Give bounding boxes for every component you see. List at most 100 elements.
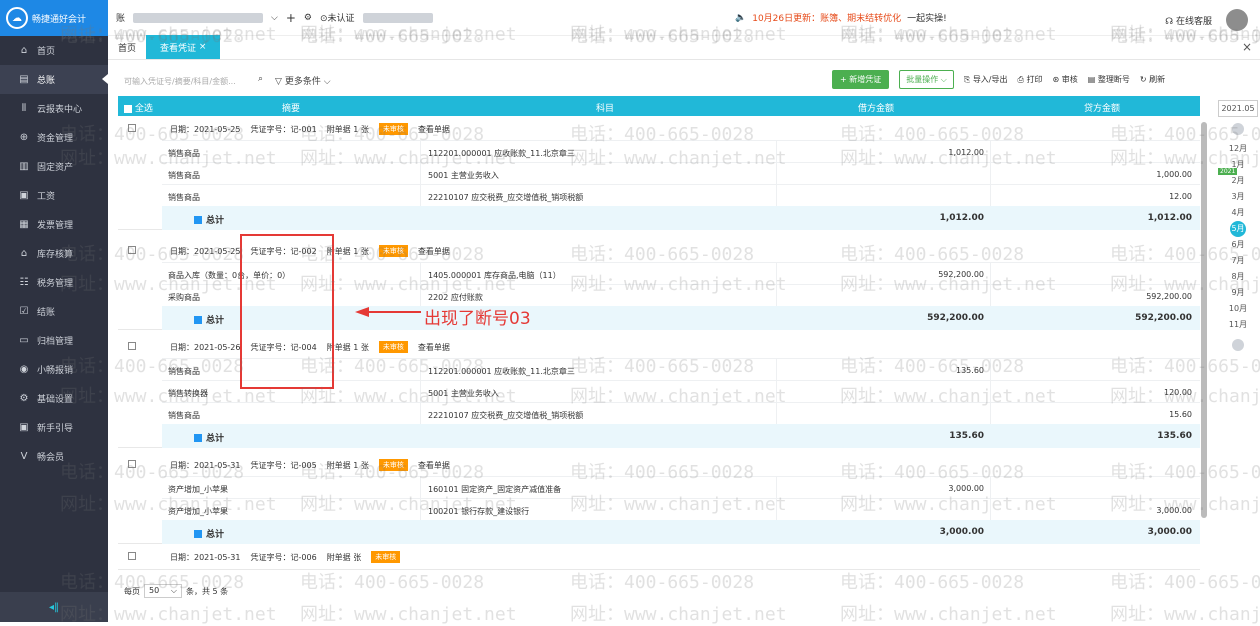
month-item[interactable]: 7月 — [1218, 253, 1258, 269]
tab-home[interactable]: 首页 — [108, 35, 146, 59]
table-row[interactable]: 资产增加_小苹果 160101 固定资产_固定资产减值准备 3,000.00 — [162, 476, 1200, 498]
voucher-checkbox[interactable] — [128, 552, 136, 560]
voucher-checkbox[interactable] — [128, 246, 136, 254]
audit-button[interactable]: ⊛ 审核 — [1052, 74, 1077, 85]
total-debit: 135.60 — [949, 431, 984, 441]
table-row[interactable]: 资产增加_小苹果 100201 银行存款_建设银行 3,000.00 — [162, 498, 1200, 520]
collapse-sidebar-button[interactable]: ◂‖ — [0, 592, 108, 622]
report-icon: ⫴ — [21, 103, 27, 114]
column-divider — [776, 477, 777, 498]
ledger-icon: ▤ — [19, 74, 29, 85]
view-docs-link[interactable]: 查看单据 — [418, 246, 450, 257]
total-label: 总计 — [206, 434, 225, 444]
more-filter-button[interactable]: ▽ 更多条件 ⌵ — [275, 74, 331, 87]
app-logo[interactable]: ☁ 畅捷通好会计 — [0, 0, 108, 36]
cloud-logo-icon: ☁ — [6, 7, 28, 29]
column-divider — [990, 163, 991, 184]
annotation-arrow — [355, 307, 421, 317]
month-item[interactable]: 8月 — [1218, 269, 1258, 285]
update-notice[interactable]: 🔈 10月26日更新：账簿、期末结转优化 一起实操! — [735, 11, 947, 25]
month-item[interactable]: 10月 — [1218, 301, 1258, 317]
scroll-down-icon[interactable] — [1232, 339, 1244, 351]
view-docs-link[interactable]: 查看单据 — [418, 342, 450, 353]
voucher-checkbox[interactable] — [128, 460, 136, 468]
total-icon — [194, 315, 202, 324]
table-row[interactable]: 销售商品 22210107 应交税费_应交增值税_销项税额 15.60 — [162, 402, 1200, 424]
search-icon[interactable]: ⌕ — [258, 74, 263, 87]
gear-icon[interactable]: ⚙ — [304, 13, 312, 23]
sidebar-item-10[interactable]: ▭ 归档管理 — [0, 326, 108, 355]
per-page-select[interactable]: 50 ⌵ — [144, 584, 182, 598]
pager-summary: 条，共 5 条 — [186, 586, 229, 596]
annotation-text: 出现了断号03 — [424, 309, 531, 329]
month-item[interactable]: 9月 — [1218, 285, 1258, 301]
column-divider — [420, 263, 421, 284]
import-export-button[interactable]: ⎘ 导入/导出 — [964, 74, 1008, 85]
sidebar-item-0[interactable]: ⌂ 首页 — [0, 36, 108, 65]
per-page-label: 每页 — [124, 586, 140, 596]
status-badge: 未审核 — [378, 459, 408, 471]
select-all-checkbox[interactable] — [124, 104, 132, 113]
sidebar-item-13[interactable]: ▣ 新手引导 — [0, 413, 108, 442]
view-docs-link[interactable]: 查看单据 — [418, 124, 450, 135]
column-divider — [776, 381, 777, 402]
month-item[interactable]: 11月 — [1218, 317, 1258, 333]
total-label: 总计 — [206, 216, 225, 226]
sidebar-item-6[interactable]: ▦ 发票管理 — [0, 210, 108, 239]
table-row[interactable]: 销售商品 22210107 应交税费_应交增值税_销项税额 12.00 — [162, 184, 1200, 206]
sidebar-item-5[interactable]: ▣ 工资 — [0, 181, 108, 210]
sidebar-item-11[interactable]: ◉ 小畅报销 — [0, 355, 108, 384]
salary-icon: ▣ — [19, 190, 29, 201]
voucher-checkbox[interactable] — [128, 124, 136, 132]
refresh-button[interactable]: ↻ 刷新 — [1140, 74, 1165, 85]
voucher-attachments: 附单据 1 张 — [326, 124, 369, 134]
sidebar-item-2[interactable]: ⫴ 云报表中心 — [0, 94, 108, 123]
scrollbar[interactable] — [1201, 122, 1207, 518]
month-item[interactable]: 6月 — [1218, 237, 1258, 253]
table-row[interactable]: 销售商品 112201.000001 应收账款_11.北京章三 1,012.00 — [162, 140, 1200, 162]
search-input[interactable]: 可输入凭证号/摘要/科目/金额... — [124, 76, 254, 87]
sidebar-item-3[interactable]: ⊕ 资金管理 — [0, 123, 108, 152]
sidebar-item-12[interactable]: ⚙ 基础设置 — [0, 384, 108, 413]
voucher-checkbox[interactable] — [128, 342, 136, 350]
month-item[interactable]: 4月 — [1218, 205, 1258, 221]
avatar[interactable] — [1226, 9, 1248, 31]
print-button[interactable]: ⎙ 打印 — [1018, 74, 1043, 85]
month-item[interactable]: 12月 — [1218, 141, 1258, 157]
top-bar: 账 ⌵ + ⚙ ⊙未认证 — [108, 0, 1260, 36]
column-divider — [420, 163, 421, 184]
sidebar-item-9[interactable]: ☑ 结账 — [0, 297, 108, 326]
sidebar-item-label: 归档管理 — [37, 337, 74, 347]
month-item[interactable]: 3月 — [1218, 189, 1258, 205]
online-service-link[interactable]: ☊ 在线客服 — [1165, 14, 1212, 27]
row-summary: 销售转换器 — [168, 389, 208, 398]
column-divider — [420, 359, 421, 380]
month-item[interactable]: 5月 — [1230, 221, 1246, 237]
row-subject: 5001 主营业务收入 — [428, 171, 499, 180]
sidebar-item-4[interactable]: ▥ 固定资产 — [0, 152, 108, 181]
tab-view-voucher[interactable]: 查看凭证 × — [146, 35, 221, 59]
row-subject: 160101 固定资产_固定资产减值准备 — [428, 485, 562, 494]
sidebar-item-7[interactable]: ⌂ 库存核算 — [0, 239, 108, 268]
company-dropdown-icon[interactable]: ⌵ — [271, 13, 278, 23]
current-period[interactable]: 2021.05 — [1218, 100, 1258, 117]
add-icon[interactable]: + — [286, 11, 296, 25]
view-docs-link[interactable]: 查看单据 — [418, 460, 450, 471]
select-all[interactable]: 全选 — [124, 101, 153, 114]
renumber-button[interactable]: ▤ 整理断号 — [1088, 74, 1130, 85]
close-icon[interactable]: × — [1242, 40, 1252, 54]
table-row[interactable]: 销售商品 5001 主营业务收入 1,000.00 — [162, 162, 1200, 184]
month-item[interactable]: 2月 — [1218, 173, 1258, 189]
new-voucher-button[interactable]: + 新增凭证 — [832, 70, 890, 89]
batch-operation-button[interactable]: 批量操作 ⌵ — [899, 70, 954, 89]
sidebar-item-14[interactable]: V 畅会员 — [0, 442, 108, 471]
sidebar-item-8[interactable]: ☷ 税务管理 — [0, 268, 108, 297]
pager: 每页 50 ⌵ 条，共 5 条 — [124, 584, 228, 598]
watermark-phone: 电话：400-665-0028 — [570, 572, 755, 593]
row-summary: 销售商品 — [168, 193, 200, 202]
scroll-up-icon[interactable] — [1232, 123, 1244, 135]
col-summary: 摘要 — [282, 104, 301, 114]
column-divider — [990, 403, 991, 424]
voucher-date: 日期：2021-05-25 — [170, 246, 241, 256]
sidebar-item-1[interactable]: ▤ 总账 — [0, 65, 108, 94]
